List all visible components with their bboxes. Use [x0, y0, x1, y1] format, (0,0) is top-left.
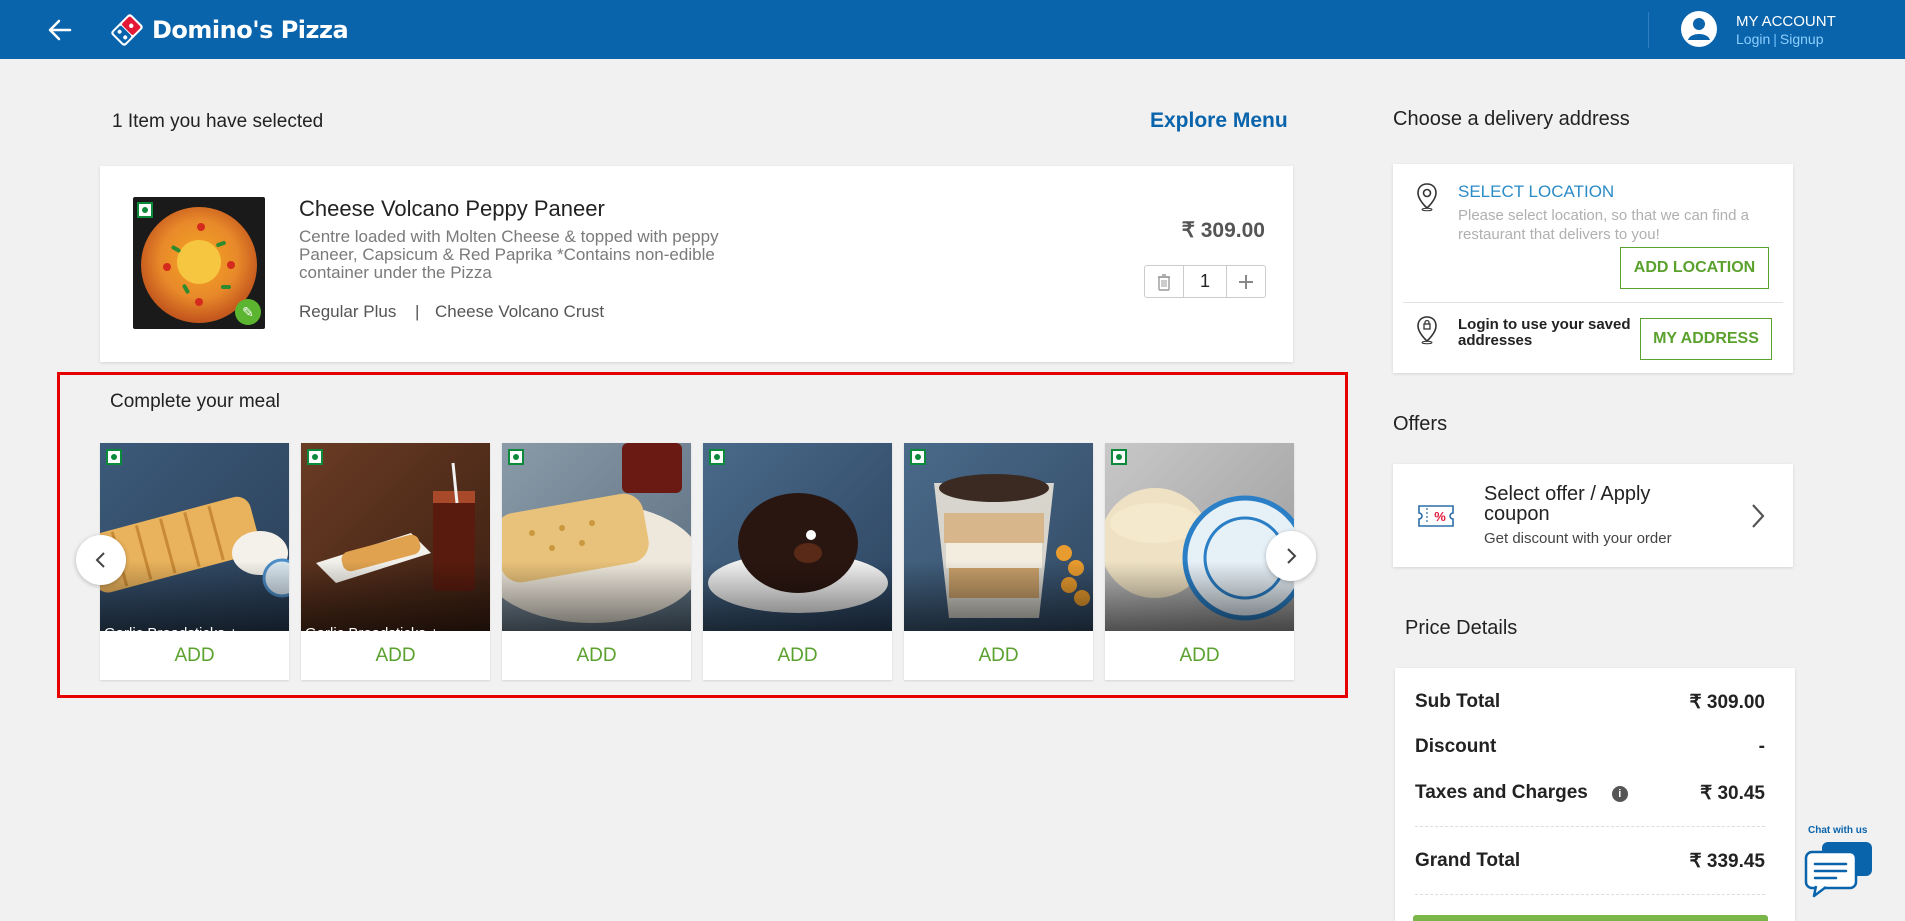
discount-row: Discount - — [1415, 736, 1765, 758]
quantity-stepper: 1 — [1144, 265, 1266, 298]
upsell-tile: Butterscotch Mousse Cake ₹ 109 ADD — [904, 443, 1093, 680]
login-saved-address-text: Login to use your saved addresses — [1458, 316, 1631, 349]
tile-image — [904, 443, 1093, 631]
add-button[interactable]: ADD — [301, 631, 490, 680]
upsell-tile: Garlic Breadsticks ₹ 109 ADD — [502, 443, 691, 680]
logo-text: Domino's Pizza — [152, 16, 349, 44]
offer-sub-label: Get discount with your order — [1484, 530, 1672, 547]
checkout-button[interactable] — [1413, 915, 1768, 921]
tile-image — [100, 443, 289, 631]
item-crust: Cheese Volcano Crust — [435, 302, 605, 321]
svg-text:%: % — [1434, 509, 1446, 524]
chevron-left-icon — [95, 552, 105, 568]
add-button[interactable]: ADD — [703, 631, 892, 680]
sub-total-row: Sub Total ₹ 309.00 — [1415, 691, 1765, 713]
sub-total-label: Sub Total — [1415, 691, 1501, 712]
coupon-icon: % — [1418, 505, 1454, 527]
chat-widget[interactable]: Chat with us — [1802, 820, 1882, 900]
price-details-title: Price Details — [1405, 617, 1518, 639]
item-separator: | — [415, 302, 420, 321]
add-location-button[interactable]: ADD LOCATION — [1620, 247, 1769, 289]
cart-item-card: ✎ Cheese Volcano Peppy Paneer Centre loa… — [100, 166, 1293, 362]
top-header: Domino's Pizza MY ACCOUNT Login | Signup — [0, 0, 1905, 59]
veg-mark-icon — [709, 449, 725, 465]
tile-image — [1105, 443, 1294, 631]
add-button[interactable]: ADD — [502, 631, 691, 680]
my-account-title[interactable]: MY ACCOUNT — [1736, 13, 1836, 30]
quantity-value: 1 — [1183, 266, 1227, 297]
price-divider — [1415, 826, 1765, 827]
veg-mark-icon — [508, 449, 524, 465]
upsell-tile: Choco Lava Cake ₹ 109 ADD — [703, 443, 892, 680]
add-button[interactable]: ADD — [1105, 631, 1294, 680]
link-separator: | — [1773, 31, 1777, 47]
item-name: Cheese Volcano Peppy Paneer — [299, 196, 605, 221]
tile-image — [703, 443, 892, 631]
select-location-description: Please select location, so that we can f… — [1458, 207, 1750, 243]
remove-item-button[interactable] — [1145, 266, 1183, 297]
header-divider — [1648, 12, 1649, 48]
dominos-logo[interactable]: Domino's Pizza — [110, 10, 349, 50]
chat-icon — [1804, 842, 1872, 898]
veg-mark-icon — [1111, 449, 1127, 465]
grand-total-row: Grand Total ₹ 339.45 — [1415, 850, 1765, 872]
increase-quantity-button[interactable] — [1227, 266, 1265, 297]
veg-mark-icon — [307, 449, 323, 465]
discount-label: Discount — [1415, 736, 1497, 757]
address-card: SELECT LOCATION Please select location, … — [1393, 164, 1793, 373]
pizza-image: ✎ — [133, 197, 265, 329]
add-button[interactable]: ADD — [100, 631, 289, 680]
domino-tile-icon — [111, 14, 143, 46]
back-arrow-icon[interactable] — [46, 16, 74, 44]
tile-image — [502, 443, 691, 631]
upsell-carousel: Garlic Breadsticks + Cheesy Dip ₹ 137.57… — [100, 443, 1294, 680]
select-location-label[interactable]: SELECT LOCATION — [1458, 182, 1614, 202]
upsell-tile: Garlic Breadsticks + Cheesy Dip ₹ 137.57… — [100, 443, 289, 680]
edit-icon[interactable]: ✎ — [235, 299, 261, 325]
address-divider — [1403, 302, 1783, 303]
taxes-value: ₹ 30.45 — [1700, 783, 1765, 804]
price-divider — [1415, 894, 1765, 895]
veg-mark-icon — [106, 449, 122, 465]
upsell-tile: Garlic Breadsticks + Beverage ₹ 149 ADD — [301, 443, 490, 680]
taxes-label: Taxes and Charges — [1415, 782, 1588, 803]
discount-value: - — [1758, 736, 1765, 757]
chevron-right-icon — [1752, 504, 1765, 528]
plus-icon — [1239, 274, 1253, 289]
tile-image — [301, 443, 490, 631]
carousel-next-button[interactable] — [1266, 531, 1316, 581]
item-description: Centre loaded with Molten Cheese & toppe… — [299, 227, 719, 282]
my-address-button[interactable]: MY ADDRESS — [1640, 318, 1772, 360]
signup-link[interactable]: Signup — [1780, 31, 1824, 47]
veg-mark-icon — [910, 449, 926, 465]
chat-label: Chat with us — [1808, 825, 1868, 836]
delivery-address-title: Choose a delivery address — [1393, 108, 1630, 130]
price-details-card: Sub Total ₹ 309.00 Discount - Taxes and … — [1395, 668, 1795, 921]
offers-title: Offers — [1393, 413, 1448, 435]
location-pin-icon — [1417, 183, 1437, 212]
login-link[interactable]: Login — [1736, 31, 1770, 47]
grand-total-value: ₹ 339.45 — [1689, 851, 1765, 872]
taxes-row: Taxes and Charges i ₹ 30.45 — [1415, 782, 1765, 804]
account-links: Login | Signup — [1736, 31, 1824, 47]
add-button[interactable]: ADD — [904, 631, 1093, 680]
explore-menu-link[interactable]: Explore Menu — [1150, 109, 1288, 133]
grand-total-label: Grand Total — [1415, 850, 1521, 871]
account-icon[interactable] — [1680, 10, 1718, 48]
trash-icon — [1158, 273, 1170, 291]
carousel-prev-button[interactable] — [76, 535, 126, 585]
item-size: Regular Plus — [299, 302, 397, 321]
chevron-right-icon — [1287, 548, 1297, 564]
sub-total-value: ₹ 309.00 — [1689, 692, 1765, 713]
offer-main-label: Select offer / Apply coupon — [1484, 483, 1651, 525]
info-icon[interactable]: i — [1611, 786, 1628, 802]
complete-meal-title: Complete your meal — [110, 391, 281, 412]
saved-address-pin-icon — [1417, 316, 1437, 345]
items-count-label: 1 Item you have selected — [112, 111, 324, 132]
item-price: ₹ 309.00 — [1181, 219, 1265, 242]
veg-mark-icon — [137, 202, 153, 218]
apply-coupon-card[interactable]: % Select offer / Apply coupon Get discou… — [1393, 464, 1793, 567]
